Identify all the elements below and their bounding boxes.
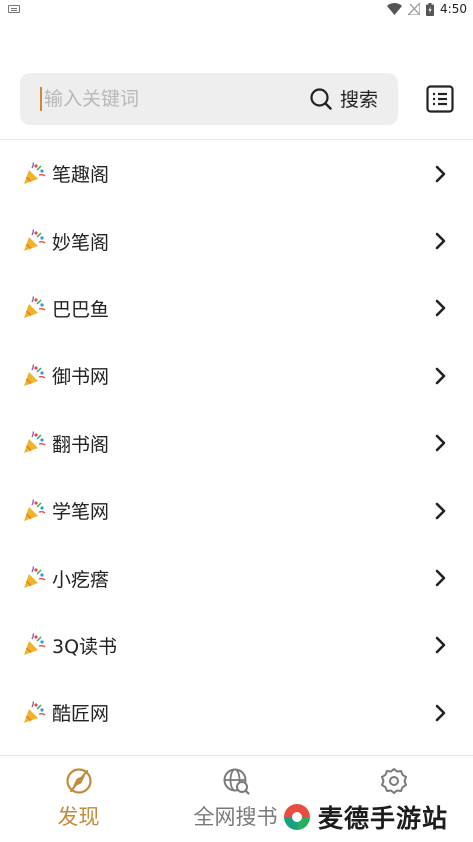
source-list: 笔趣阁 妙笔阁 巴巴鱼 御书网 翻书阁 学笔网 小疙瘩 3Q读书 酷匠网 <box>0 140 473 747</box>
search-input[interactable] <box>44 81 294 117</box>
list-view-icon[interactable] <box>426 85 454 113</box>
chevron-right-icon <box>435 502 446 519</box>
keyboard-icon <box>8 5 20 13</box>
source-name: 妙笔阁 <box>52 231 110 254</box>
chevron-right-icon <box>435 569 446 587</box>
watermark-logo-icon <box>284 804 310 830</box>
chevron-right-icon <box>435 367 446 385</box>
party-popper-icon <box>24 498 46 521</box>
text-cursor <box>40 87 42 111</box>
search-button-label: 搜索 <box>339 89 378 111</box>
source-item[interactable]: 酷匠网 <box>0 679 473 746</box>
party-popper-icon <box>24 296 46 319</box>
chevron-right-icon <box>435 300 446 317</box>
search-bar: 搜索 <box>20 73 398 125</box>
source-name: 御书网 <box>52 366 110 389</box>
source-item[interactable]: 妙笔阁 <box>0 207 473 274</box>
no-signal-icon <box>408 3 421 15</box>
clock: 4:50 <box>440 2 467 16</box>
battery-icon <box>426 2 435 16</box>
chevron-right-icon <box>435 232 446 250</box>
source-item[interactable]: 巴巴鱼 <box>0 275 473 342</box>
tab-label: 发现 <box>57 805 100 829</box>
settings-icon <box>380 768 407 794</box>
source-item[interactable]: 御书网 <box>0 342 473 409</box>
compass-icon <box>65 768 92 794</box>
source-item[interactable]: 笔趣阁 <box>0 140 473 207</box>
party-popper-icon <box>24 633 46 656</box>
chevron-right-icon <box>435 434 446 452</box>
source-name: 巴巴鱼 <box>52 298 110 321</box>
party-popper-icon <box>24 229 46 252</box>
party-popper-icon <box>24 700 46 723</box>
search-icon <box>310 87 332 110</box>
source-name: 翻书阁 <box>52 433 110 456</box>
source-item[interactable]: 学笔网 <box>0 477 473 544</box>
source-name: 3Q读书 <box>52 635 118 658</box>
search-button[interactable]: 搜索 <box>310 85 378 112</box>
chevron-right-icon <box>435 165 446 182</box>
chevron-right-icon <box>435 637 446 654</box>
wifi-icon <box>387 3 403 15</box>
status-bar: 4:50 <box>0 0 473 20</box>
source-item[interactable]: 小疙瘩 <box>0 544 473 611</box>
tab-discover[interactable]: 发现 <box>0 756 157 842</box>
party-popper-icon <box>24 161 46 184</box>
party-popper-icon <box>24 363 46 386</box>
watermark: 麦德手游站 <box>282 798 457 836</box>
source-item[interactable]: 翻书阁 <box>0 410 473 477</box>
party-popper-icon <box>24 566 46 589</box>
party-popper-icon <box>24 431 46 454</box>
source-name: 笔趣阁 <box>52 164 110 187</box>
chevron-right-icon <box>435 704 446 722</box>
watermark-text: 麦德手游站 <box>318 804 449 833</box>
source-name: 小疙瘩 <box>52 568 110 591</box>
source-item[interactable]: 3Q读书 <box>0 612 473 679</box>
source-name: 酷匠网 <box>52 703 110 726</box>
source-name: 学笔网 <box>52 501 110 524</box>
globe-search-icon <box>223 768 250 795</box>
